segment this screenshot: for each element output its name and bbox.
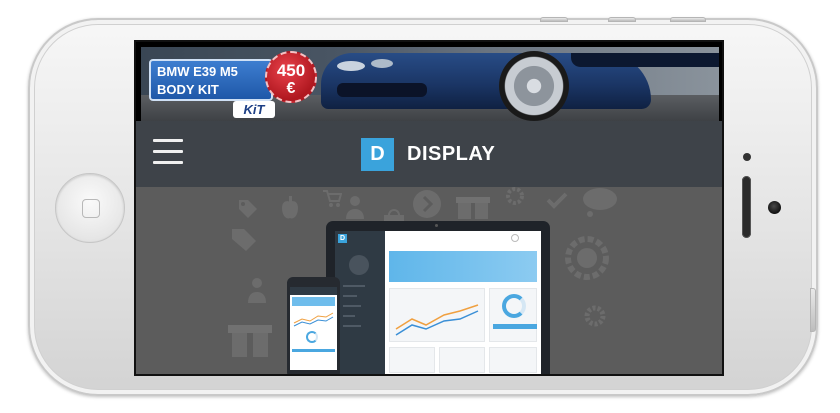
progress-bar-thumbnail [493,324,537,329]
phone-mockup-donut [306,331,318,343]
apple-icon [282,196,298,219]
site-logo[interactable]: D DISPLAY [361,137,495,171]
brand-logo: KiT [233,101,275,118]
ad-title: BMW E39 M5 BODY KIT [149,59,273,101]
tags-icon [232,229,256,251]
car-grille [337,83,427,97]
car-windshield [571,53,719,67]
price-value: 450 [276,61,306,80]
sidebar-line [343,285,365,287]
car-headlight [337,61,365,71]
dashboard-brand: D [338,234,347,243]
power-button [810,288,816,332]
check-icon [546,192,568,209]
user-icon [248,278,266,303]
phone-mockup-banner [292,297,335,306]
home-square-icon [82,199,100,218]
ad-title-line2: BODY KIT [157,82,219,97]
home-button[interactable] [55,173,125,243]
logo-text: DISPLAY [407,142,496,165]
logo-mark: D [361,137,394,171]
phone-screen: BMW E39 M5 BODY KIT 450 € KiT D DISPLAY [134,40,724,376]
price-badge: 450 € [265,51,317,103]
phone-mockup-topbar [290,287,337,295]
hero-section: D [136,187,722,374]
donut-chart-thumbnail [502,294,526,318]
volume-up-button [608,17,636,22]
dashboard-avatar [349,255,369,275]
line-chart-card [389,288,485,342]
stat-card [439,347,485,373]
sidebar-line [343,325,361,327]
mute-switch [540,17,568,22]
dashboard-user-avatar [511,234,519,242]
sidebar-line [343,295,357,297]
user-icon [346,196,364,219]
gift-icon [228,325,272,357]
badge-icon [565,236,609,280]
chat-bubble-icon [583,188,617,217]
price-currency: € [286,80,296,97]
sidebar-line [343,315,355,317]
ad-banner[interactable]: BMW E39 M5 BODY KIT 450 € KiT [141,47,719,121]
line-chart-thumbnail [395,304,479,336]
app-header: D DISPLAY [136,121,722,187]
phone-mockup-chart [293,312,334,327]
sidebar-line [343,305,361,307]
ad-title-line1: BMW E39 M5 [157,64,238,79]
gift-icon [456,195,490,219]
cart-icon [323,190,342,207]
gear-icon [584,305,606,327]
front-camera [768,201,781,214]
phone-mockup-bar [292,349,335,352]
stat-card [389,347,435,373]
volume-down-button [670,17,706,22]
car-headlight [371,59,393,68]
hamburger-menu-icon[interactable] [153,139,185,167]
phone-mockup-screen [290,287,337,370]
stat-card [489,347,537,373]
dashboard-preview: D [335,231,541,374]
laptop-mockup: D [326,221,550,374]
gear-icon [506,187,524,205]
car-wheel [499,51,569,121]
tag-icon [239,200,257,218]
donut-card [489,288,537,342]
arrow-right-icon [413,190,441,218]
earpiece-speaker [742,176,751,238]
dashboard-sidebar: D [335,231,385,374]
proximity-sensor [743,153,751,161]
dashboard-banner [389,251,537,282]
laptop-camera [435,224,438,227]
phone-mockup [287,277,340,374]
